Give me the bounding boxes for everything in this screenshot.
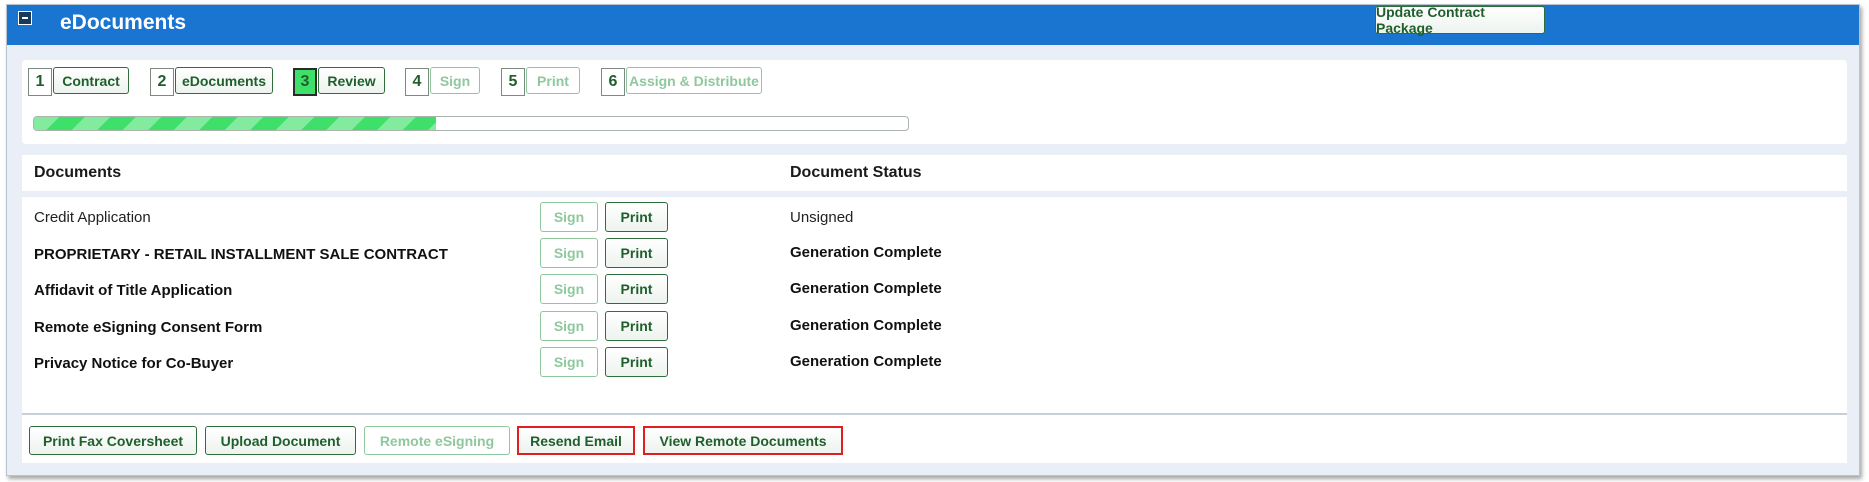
step-assign-distribute-button[interactable]: Assign & Distribute xyxy=(626,67,762,94)
view-remote-documents-button[interactable]: View Remote Documents xyxy=(643,426,843,455)
document-name: Affidavit of Title Application xyxy=(34,282,233,299)
collapse-icon[interactable] xyxy=(18,11,32,25)
row-sign-button[interactable]: Sign xyxy=(540,202,598,232)
step-3-number: 3 xyxy=(293,68,317,96)
print-fax-coversheet-button[interactable]: Print Fax Coversheet xyxy=(29,426,197,455)
document-name: PROPRIETARY - RETAIL INSTALLMENT SALE CO… xyxy=(34,246,448,263)
documents-column-header: Documents xyxy=(34,164,122,181)
panel-title: eDocuments xyxy=(60,11,187,34)
row-print-button[interactable]: Print xyxy=(605,311,668,341)
document-status: Generation Complete xyxy=(790,317,942,334)
document-name: Credit Application xyxy=(34,209,151,226)
step-1-number: 1 xyxy=(28,68,52,96)
row-sign-button[interactable]: Sign xyxy=(540,311,598,341)
update-contract-package-button[interactable]: Update Contract Package xyxy=(1375,4,1545,36)
row-sign-button[interactable]: Sign xyxy=(540,347,598,377)
step-edocuments-button[interactable]: eDocuments xyxy=(175,67,273,94)
panel-titlebar: eDocuments Update Contract Package xyxy=(7,4,1859,45)
row-print-button[interactable]: Print xyxy=(605,347,668,377)
step-review-button[interactable]: Review xyxy=(318,67,385,94)
documents-table: Documents Document Status Credit Applica… xyxy=(22,155,1847,463)
document-status: Generation Complete xyxy=(790,280,942,297)
upload-document-button[interactable]: Upload Document xyxy=(205,426,356,455)
row-sign-button[interactable]: Sign xyxy=(540,238,598,268)
step-sign-button[interactable]: Sign xyxy=(430,67,480,94)
step-6-number: 6 xyxy=(601,68,625,96)
row-print-button[interactable]: Print xyxy=(605,238,668,268)
step-4-number: 4 xyxy=(405,68,429,96)
table-divider xyxy=(22,413,1847,415)
edocuments-panel: eDocuments Update Contract Package 1 Con… xyxy=(6,4,1860,476)
document-name: Remote eSigning Consent Form xyxy=(34,319,263,336)
document-status: Generation Complete xyxy=(790,353,942,370)
resend-email-button[interactable]: Resend Email xyxy=(517,426,635,455)
row-print-button[interactable]: Print xyxy=(605,202,668,232)
progress-bar-fill xyxy=(34,117,437,130)
document-status: Generation Complete xyxy=(790,244,942,261)
step-2-number: 2 xyxy=(150,68,174,96)
progress-bar xyxy=(33,116,909,131)
step-contract-button[interactable]: Contract xyxy=(53,67,129,94)
remote-esigning-button[interactable]: Remote eSigning xyxy=(364,426,510,455)
document-status: Unsigned xyxy=(790,209,854,226)
step-5-number: 5 xyxy=(501,68,525,96)
row-sign-button[interactable]: Sign xyxy=(540,274,598,304)
step-print-button[interactable]: Print xyxy=(526,67,580,94)
document-name: Privacy Notice for Co-Buyer xyxy=(34,355,234,372)
table-header: Documents Document Status xyxy=(22,155,1847,197)
row-print-button[interactable]: Print xyxy=(605,274,668,304)
workflow-steps: 1 Contract 2 eDocuments 3 Review 4 Sign … xyxy=(22,60,1847,144)
status-column-header: Document Status xyxy=(790,164,922,181)
